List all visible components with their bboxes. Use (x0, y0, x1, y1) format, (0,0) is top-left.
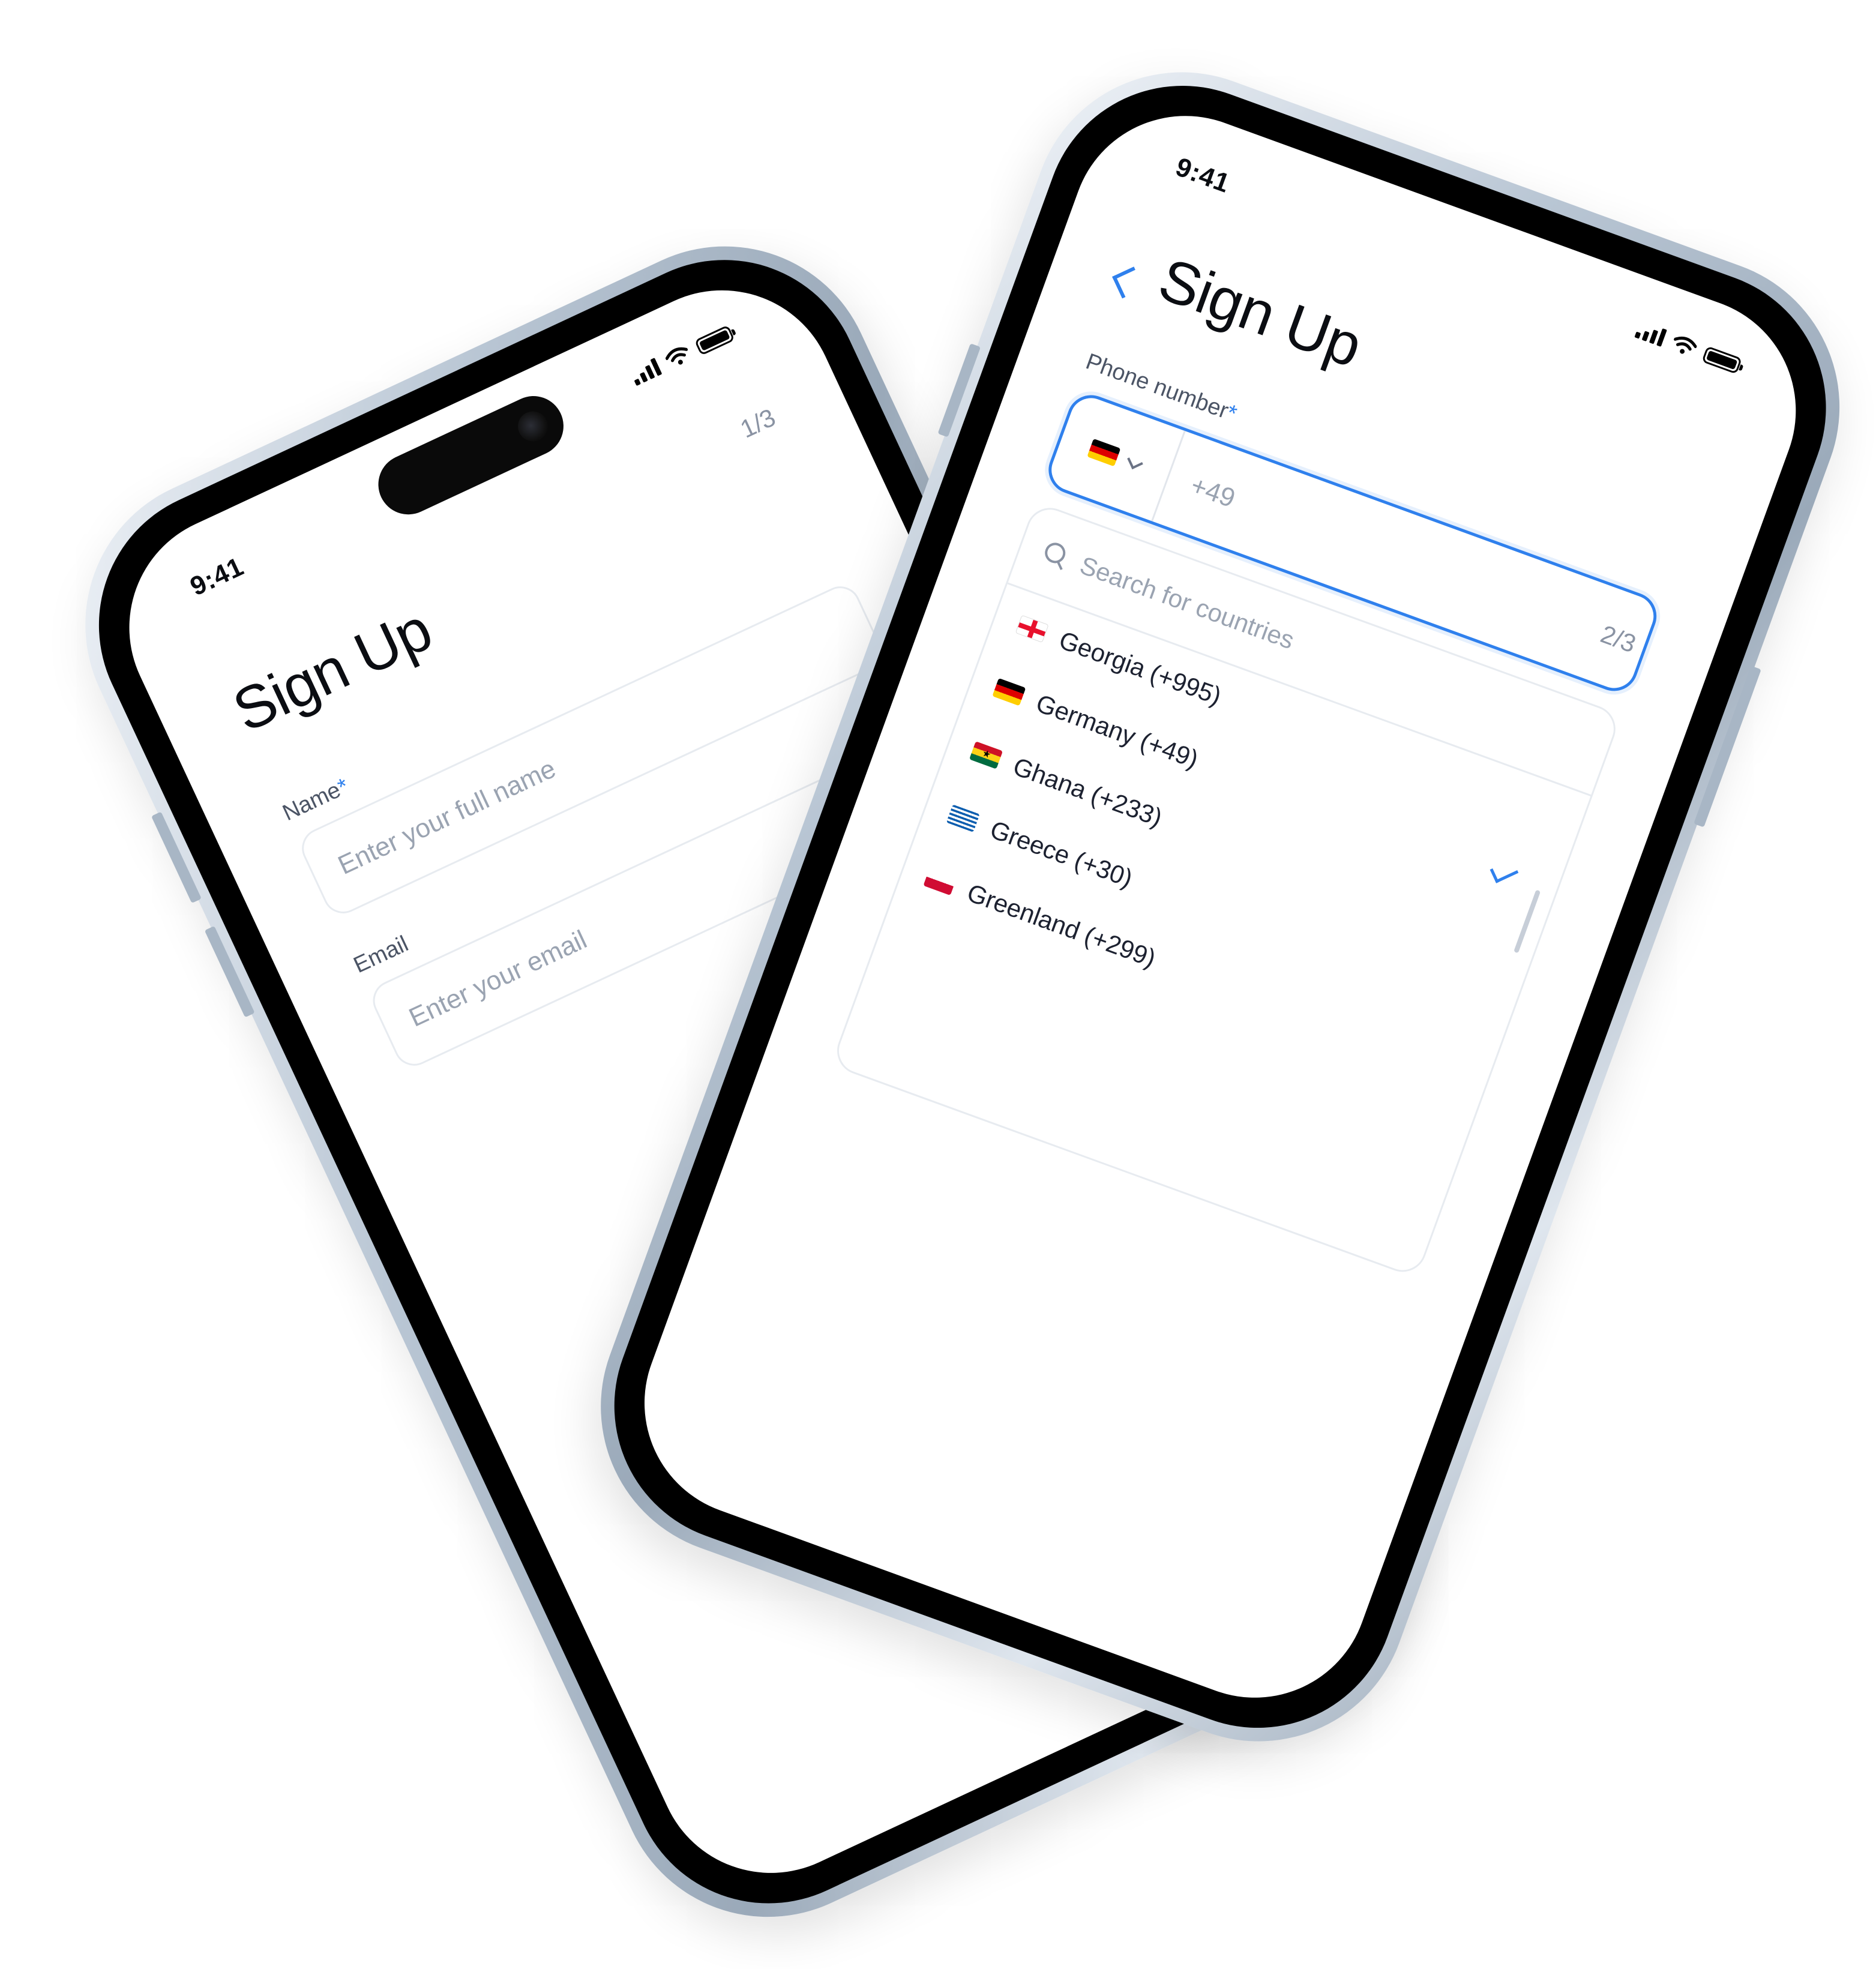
status-icons (628, 323, 735, 386)
ghana-flag-icon (969, 741, 1003, 769)
phone-number-input[interactable]: +49 (1164, 462, 1239, 514)
name-label-text: Name (278, 777, 345, 826)
wifi-icon (665, 347, 688, 365)
search-icon (1041, 540, 1071, 571)
wifi-icon (1673, 336, 1697, 354)
email-label: Email (349, 931, 412, 979)
checkmark-icon (1490, 859, 1519, 883)
status-time: 9:41 (1171, 152, 1234, 199)
germany-flag-icon (992, 678, 1026, 706)
chevron-down-icon (1126, 453, 1143, 469)
battery-icon (694, 325, 735, 356)
georgia-flag-icon (1015, 615, 1049, 643)
front-camera-icon (513, 406, 553, 446)
country-code-selector[interactable] (1045, 392, 1186, 522)
step-indicator: 1/3 (736, 403, 780, 443)
status-time: 9:41 (185, 552, 248, 602)
status-icons (1634, 319, 1743, 374)
greenland-flag-icon (923, 867, 957, 896)
cellular-signal-icon (1634, 319, 1667, 347)
page-title: Sign Up (223, 595, 442, 745)
dynamic-island (368, 386, 574, 525)
germany-flag-icon (1086, 438, 1120, 467)
cellular-signal-icon (628, 356, 663, 386)
back-chevron-icon[interactable] (1112, 266, 1144, 299)
greece-flag-icon (946, 804, 980, 832)
page-title: Sign Up (1150, 245, 1371, 380)
battery-icon (1701, 346, 1743, 374)
